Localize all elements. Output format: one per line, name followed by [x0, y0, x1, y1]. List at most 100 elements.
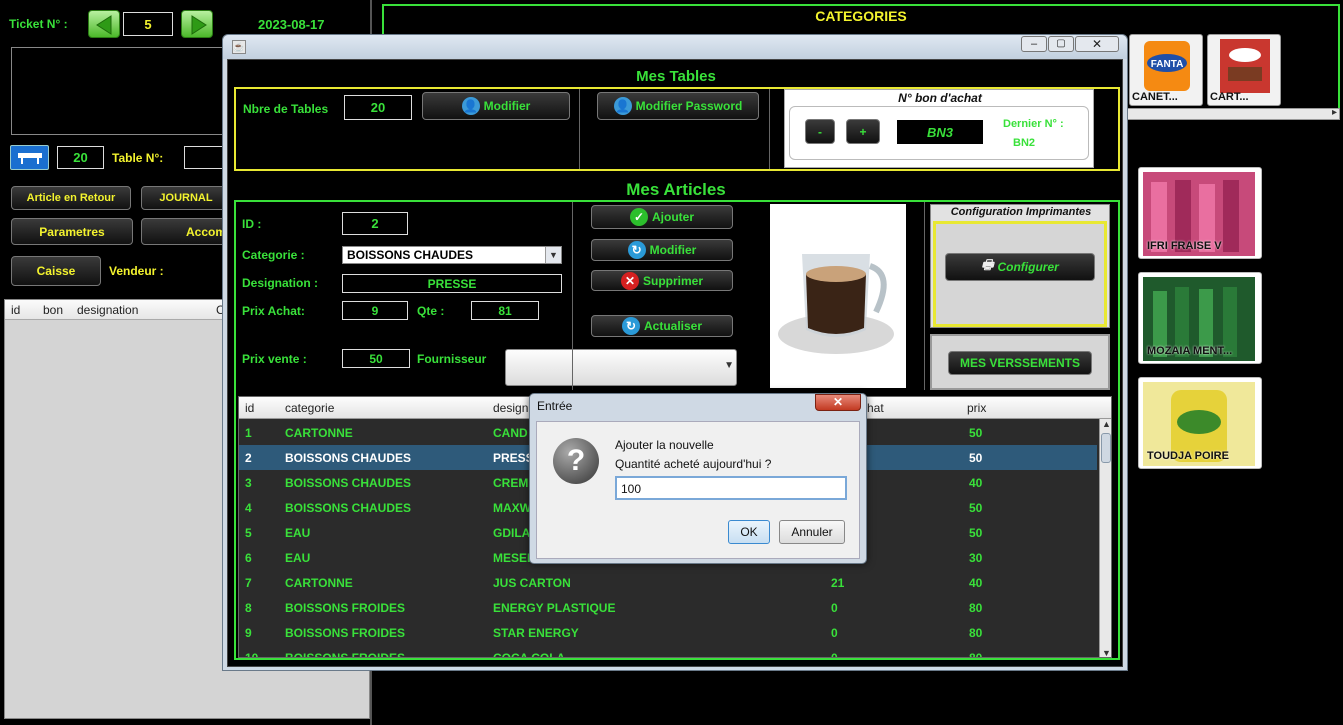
cell-designation: COCA COLA [493, 651, 566, 658]
cell-designation: ENERGY PLASTIQUE [493, 601, 616, 615]
modifier-password-label: Modifier Password [635, 99, 743, 113]
scroll-down-icon[interactable]: ▼ [1102, 648, 1111, 657]
refresh-icon: ↻ [627, 241, 646, 259]
parametres-button[interactable]: Parametres [11, 218, 133, 245]
modifier-password-button[interactable]: 👤 Modifier Password [597, 92, 759, 120]
categorie-label: Categorie : [242, 248, 305, 262]
col-designation[interactable]: design [493, 401, 528, 415]
input-dialog: Entrée ✕ ? Ajouter la nouvelle Quantité … [529, 393, 867, 564]
configurer-button[interactable]: 🖶 Configurer [945, 253, 1095, 281]
actualiser-label: Actualiser [643, 319, 703, 333]
col-id[interactable]: id [245, 401, 254, 415]
minimize-button[interactable]: – [1021, 36, 1047, 52]
article-image [770, 204, 906, 388]
product-card[interactable]: IFRI FRAISE V [1138, 167, 1262, 259]
cell-prix: 40 [969, 476, 983, 490]
table-icon-button[interactable] [10, 145, 49, 170]
scroll-up-icon[interactable]: ▲ [1102, 419, 1111, 429]
bon-minus-button[interactable]: - [805, 119, 835, 144]
col-bon[interactable]: bon [43, 303, 63, 317]
cell-prix: 40 [969, 576, 983, 590]
vendeur-label: Vendeur : [109, 264, 164, 278]
input-dialog-title-bar[interactable]: Entrée ✕ [530, 394, 866, 416]
next-ticket-button[interactable] [181, 10, 213, 38]
dialog-title-bar[interactable]: ☕ – ▢ ✕ [223, 35, 1127, 59]
category-thumb-canette[interactable]: FANTA CANET... [1129, 34, 1203, 106]
accom-button[interactable]: Accom [141, 218, 231, 245]
cell-categorie: BOISSONS CHAUDES [285, 451, 412, 465]
user-icon: 👤 [613, 97, 632, 115]
cell-id: 2 [245, 451, 252, 465]
question-icon: ? [553, 438, 599, 484]
cell-id: 8 [245, 601, 252, 615]
caisse-button[interactable]: Caisse [11, 256, 101, 286]
table-row[interactable]: 7 CARTONNE JUS CARTON 21 40 [239, 570, 1097, 595]
versements-button[interactable]: MES VERSSEMENTS [948, 351, 1092, 375]
prev-ticket-button[interactable] [88, 10, 120, 38]
cell-qte: 0 [831, 601, 838, 615]
cell-designation: CAND [493, 426, 528, 440]
nbre-tables-field[interactable]: 20 [344, 95, 412, 120]
table-row[interactable]: 10 BOISSONS FROIDES COCA COLA 0 80 [239, 645, 1097, 658]
maximize-button[interactable]: ▢ [1048, 36, 1074, 52]
chevron-down-icon[interactable]: ▼ [724, 360, 734, 371]
cell-prix: 80 [969, 601, 983, 615]
modifier-tables-button[interactable]: 👤 Modifier [422, 92, 570, 120]
prix-achat-field[interactable]: 9 [342, 301, 408, 320]
tables-divider [769, 89, 770, 169]
cell-qte: 0 [831, 651, 838, 658]
dernier-label: Dernier N° : [1003, 118, 1064, 130]
table-row[interactable]: 8 BOISSONS FROIDES ENERGY PLASTIQUE 0 80 [239, 595, 1097, 620]
id-field[interactable]: 2 [342, 212, 408, 235]
scroll-right-icon[interactable]: ▸ [1332, 107, 1337, 118]
cell-designation: PRESS [493, 451, 534, 465]
cell-prix: 80 [969, 651, 983, 658]
product-card[interactable]: MOZAIA MENT... [1138, 272, 1262, 364]
bon-plus-button[interactable]: + [846, 119, 880, 144]
modifier-article-button[interactable]: ↻ Modifier [591, 239, 733, 261]
table-row[interactable]: 9 BOISSONS FROIDES STAR ENERGY 0 80 [239, 620, 1097, 645]
config-title: Configuration Imprimantes [950, 206, 1092, 218]
cell-categorie: EAU [285, 551, 311, 565]
category-thumb-carton[interactable]: CART... [1207, 34, 1281, 106]
cell-id: 3 [245, 476, 252, 490]
input-dialog-title: Entrée [537, 399, 573, 413]
chevron-down-icon[interactable]: ▼ [545, 247, 561, 263]
designation-field[interactable]: PRESSE [342, 274, 562, 293]
cell-designation: CREM [493, 476, 529, 490]
actions-divider [924, 202, 925, 390]
col-categorie[interactable]: categorie [285, 401, 334, 415]
bon-number-display: BN3 [897, 120, 983, 144]
versements-panel: MES VERSSEMENTS [930, 334, 1110, 390]
tables-section: Nbre de Tables 20 👤 Modifier 👤 Modifier … [234, 87, 1120, 171]
col-qte-achat[interactable]: hat [867, 401, 884, 415]
qte-field[interactable]: 81 [471, 301, 539, 320]
table-scrollbar[interactable]: ▲ ▼ [1099, 419, 1111, 657]
actualiser-button[interactable]: ↻ Actualiser [591, 315, 733, 337]
table-count-field[interactable]: 20 [57, 146, 104, 169]
cancel-button[interactable]: Annuler [779, 520, 845, 544]
close-button[interactable]: ✕ [1075, 36, 1119, 52]
close-button[interactable]: ✕ [815, 394, 861, 411]
scroll-thumb[interactable] [1101, 433, 1111, 463]
ok-button[interactable]: OK [728, 520, 770, 544]
article-retour-button[interactable]: Article en Retour [11, 186, 131, 210]
fournisseur-select[interactable]: ▼ [505, 349, 737, 386]
tables-divider [579, 89, 580, 169]
bon-achat-title: N° bon d'achat [898, 91, 982, 105]
supprimer-button[interactable]: ✕ Supprimer [591, 270, 733, 291]
prix-vente-field[interactable]: 50 [342, 349, 410, 368]
col-prix[interactable]: prix [967, 401, 986, 415]
quantity-input[interactable]: 100 [615, 476, 847, 500]
col-designation[interactable]: designation [77, 303, 138, 317]
modifier-article-label: Modifier [649, 243, 697, 257]
product-card[interactable]: TOUDJA POIRE [1138, 377, 1262, 469]
check-icon: ✓ [630, 208, 648, 226]
col-id[interactable]: id [11, 303, 20, 317]
product-label: MOZAIA MENT... [1147, 345, 1233, 357]
ajouter-button[interactable]: ✓ Ajouter [591, 205, 733, 229]
categorie-select[interactable]: BOISSONS CHAUDES ▼ [342, 246, 562, 264]
journal-button[interactable]: JOURNAL [141, 186, 231, 210]
ticket-number-field[interactable]: 5 [123, 12, 173, 36]
cell-id: 1 [245, 426, 252, 440]
